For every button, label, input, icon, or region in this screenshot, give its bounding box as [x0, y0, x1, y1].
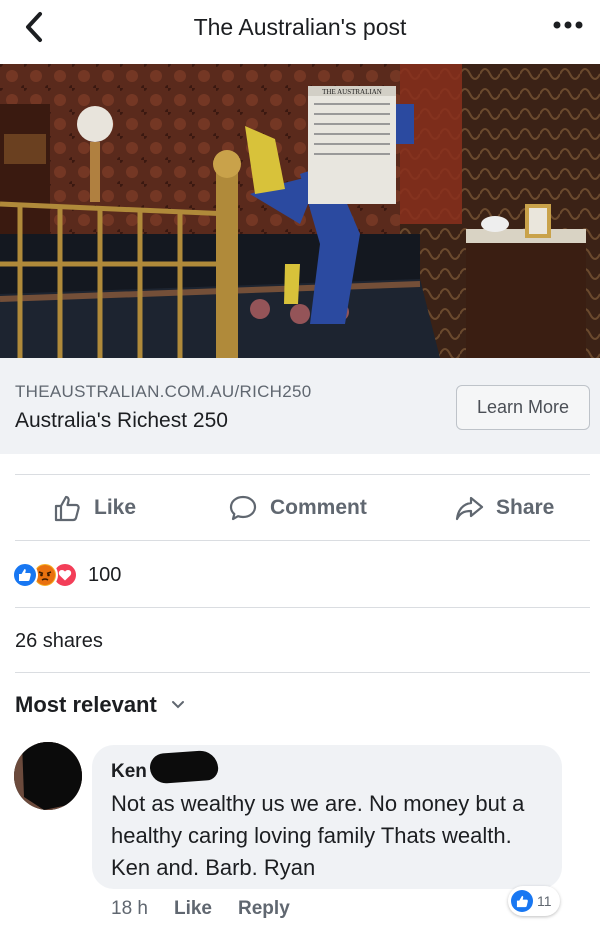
link-title[interactable]: Australia's Richest 250 [15, 409, 228, 433]
share-button[interactable]: Share [454, 488, 554, 528]
divider [15, 540, 590, 541]
comment-time[interactable]: 18 h [111, 898, 148, 920]
comment-bubble-icon [229, 495, 257, 521]
share-label: Share [496, 496, 555, 519]
like-reaction-icon [511, 890, 533, 912]
comment-like-count: 11 [537, 893, 552, 909]
chevron-down-icon [171, 701, 184, 709]
newspaper-masthead: THE AUSTRALIAN [322, 88, 382, 96]
like-reaction-icon [12, 562, 38, 588]
like-button[interactable]: Like [52, 488, 136, 528]
post-image[interactable]: THE AUSTRALIAN [0, 64, 600, 358]
avatar[interactable] [14, 742, 82, 810]
learn-more-button[interactable]: Learn More [456, 385, 590, 430]
share-arrow-icon [455, 496, 484, 521]
comment-reply-button[interactable]: Reply [238, 898, 290, 920]
page-title: The Australian's post [193, 14, 407, 40]
divider [15, 474, 590, 475]
sort-label: Most relevant [15, 692, 157, 717]
like-label: Like [94, 496, 137, 519]
comment-text: Not as wealthy us we are. No money but a… [111, 791, 525, 880]
comment-meta: 18 h Like Reply [111, 898, 316, 920]
divider [15, 672, 590, 673]
comment-reaction-count[interactable]: 11 [508, 886, 560, 916]
comment-author[interactable]: Ken [111, 761, 147, 783]
more-dots-icon[interactable] [550, 10, 586, 40]
redaction-mark [149, 749, 219, 785]
link-domain: THEAUSTRALIAN.COM.AU/RICH250 [15, 382, 312, 401]
comment-label: Comment [270, 496, 367, 519]
comment-sort-dropdown[interactable]: Most relevant [15, 692, 185, 718]
thumbs-up-icon [54, 495, 80, 522]
reactions-summary[interactable]: 100 [12, 560, 121, 590]
comment-like-button[interactable]: Like [174, 898, 212, 920]
shares-count[interactable]: 26 shares [15, 630, 103, 653]
post-header: The Australian's post [0, 0, 600, 62]
comment-button[interactable]: Comment [228, 488, 367, 528]
divider [15, 607, 590, 608]
reaction-count: 100 [88, 563, 122, 586]
